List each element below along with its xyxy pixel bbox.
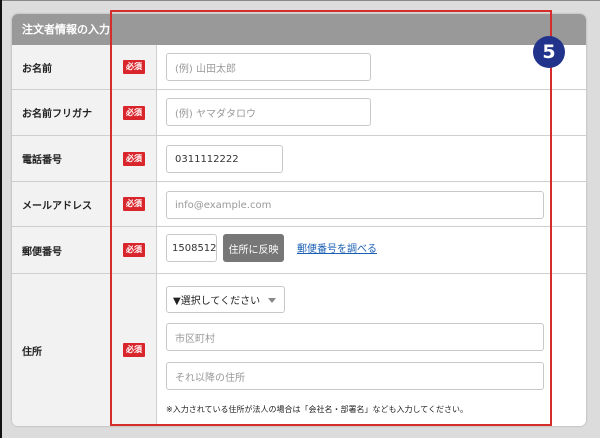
phone-label: 電話番号 xyxy=(12,136,112,181)
step-number-badge: 5 xyxy=(533,36,565,68)
row-kana: お名前フリガナ 必須 (例) ヤマダタロウ xyxy=(12,90,586,136)
email-input[interactable]: info@example.com xyxy=(166,191,544,219)
city-input[interactable]: 市区町村 xyxy=(166,323,544,351)
reflect-address-button[interactable]: 住所に反映 xyxy=(223,234,284,262)
row-address: 住所 必須 ▼選択してください 市区町村 それ以降の住所 ※入力されている住所が… xyxy=(12,274,586,426)
required-badge: 必須 xyxy=(123,105,145,120)
street-input[interactable]: それ以降の住所 xyxy=(166,362,544,390)
address-note: ※入力されている住所が法人の場合は「会社名・部署名」なども入力してください。 xyxy=(166,405,468,414)
row-email: メールアドレス 必須 info@example.com xyxy=(12,182,586,227)
email-label: メールアドレス xyxy=(12,182,112,226)
form-title: 注文者情報の入力 xyxy=(12,14,586,45)
required-badge: 必須 xyxy=(123,343,145,357)
required-badge: 必須 xyxy=(123,197,145,211)
prefecture-select[interactable]: ▼選択してください xyxy=(166,286,285,313)
row-zip: 郵便番号 必須 1508512 住所に反映 郵便番号を調べる xyxy=(12,227,586,274)
orderer-info-form: 注文者情報の入力 お名前 必須 (例) 山田太郎 お名前フリガナ 必須 (例) … xyxy=(12,14,586,426)
required-badge: 必須 xyxy=(123,151,145,166)
name-input[interactable]: (例) 山田太郎 xyxy=(166,53,371,81)
phone-input[interactable]: 0311112222 xyxy=(166,145,283,173)
zip-label: 郵便番号 xyxy=(12,227,112,273)
screenshot-top-edge xyxy=(0,0,600,1)
kana-label: お名前フリガナ xyxy=(12,90,112,135)
required-badge: 必須 xyxy=(123,243,145,257)
name-label: お名前 xyxy=(12,45,112,89)
chevron-down-icon xyxy=(268,298,276,303)
required-badge: 必須 xyxy=(123,60,145,74)
row-name: お名前 必須 (例) 山田太郎 xyxy=(12,45,586,90)
address-label: 住所 xyxy=(12,274,112,426)
row-phone: 電話番号 必須 0311112222 xyxy=(12,136,586,182)
zip-lookup-link[interactable]: 郵便番号を調べる xyxy=(297,240,377,255)
zip-input[interactable]: 1508512 xyxy=(166,234,217,262)
prefecture-select-value: ▼選択してください xyxy=(173,296,261,307)
screenshot-left-edge xyxy=(0,0,2,438)
kana-input[interactable]: (例) ヤマダタロウ xyxy=(166,98,371,126)
